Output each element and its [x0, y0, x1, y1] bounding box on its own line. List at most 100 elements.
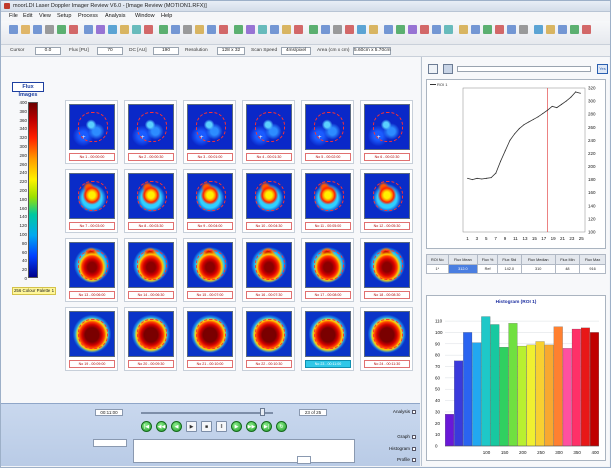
video-icon[interactable] [534, 25, 543, 34]
analysis-scrollbar[interactable] [457, 66, 591, 72]
skip-end-button[interactable]: ▶| [261, 421, 272, 432]
pause-button[interactable]: ‖ [216, 421, 227, 432]
image-icon[interactable] [57, 25, 66, 34]
point-icon[interactable] [309, 25, 318, 34]
export-icon[interactable] [96, 25, 105, 34]
capture-icon[interactable] [546, 25, 555, 34]
flux-frame[interactable]: No 16 - 00:07:30 [242, 238, 295, 302]
menu-process[interactable]: Process [78, 13, 98, 19]
ellipse-icon[interactable] [345, 25, 354, 34]
flux-frame[interactable]: No 8 - 00:03:30 [124, 169, 177, 233]
stats-icon[interactable] [444, 25, 453, 34]
flux-image[interactable] [246, 311, 292, 357]
menu-analysis[interactable]: Analysis [105, 13, 125, 19]
report-icon[interactable] [432, 25, 441, 34]
select-icon[interactable] [171, 25, 180, 34]
step-back-button[interactable]: ◀ [171, 421, 182, 432]
flux-image[interactable] [246, 173, 292, 219]
zoom-out-icon[interactable] [219, 25, 228, 34]
profile-toggle[interactable]: Profile [397, 457, 416, 462]
flux-image[interactable] [305, 242, 351, 288]
menu-help[interactable]: Help [161, 13, 172, 19]
flux-frame[interactable]: No 7 - 00:03:00 [65, 169, 118, 233]
zoom-icon[interactable] [84, 25, 93, 34]
polygon-icon[interactable] [357, 25, 366, 34]
flux-image[interactable] [69, 242, 115, 288]
scale-icon[interactable] [183, 25, 192, 34]
flux-image[interactable] [69, 311, 115, 357]
flux-image[interactable] [246, 242, 292, 288]
fast-forward-button[interactable]: ▶▶ [246, 421, 257, 432]
stop-button[interactable]: ■ [201, 421, 212, 432]
flux-frame[interactable]: No 23 - 00:11:00 [301, 307, 354, 371]
flux-frame[interactable]: + No 5 - 00:02:00 [301, 100, 354, 164]
flux-frame[interactable]: No 22 - 00:10:30 [242, 307, 295, 371]
menu-view[interactable]: View [39, 13, 51, 19]
flux-image[interactable] [364, 173, 410, 219]
flux-image[interactable] [128, 173, 174, 219]
loop-button[interactable]: ↻ [276, 421, 287, 432]
move-icon[interactable] [384, 25, 393, 34]
flux-image[interactable] [187, 242, 233, 288]
image-view-button[interactable] [443, 64, 453, 74]
flux-image[interactable]: + [128, 104, 174, 150]
playback-slider[interactable] [141, 412, 273, 414]
table-row[interactable]: 1* 312.0 Ref 142.0 310 48 916 [426, 264, 606, 274]
flux-frame[interactable]: No 18 - 00:08:30 [360, 238, 413, 302]
play-button[interactable]: ▶ [186, 421, 197, 432]
flux-image[interactable] [364, 242, 410, 288]
folder-icon[interactable] [120, 25, 129, 34]
flux-image[interactable] [69, 173, 115, 219]
histogram-toggle[interactable]: Histogram [389, 446, 416, 451]
analysis-toggle[interactable]: Analysis [393, 409, 416, 414]
flux-image[interactable]: + [187, 104, 233, 150]
flux-frame[interactable]: + No 6 - 00:02:30 [360, 100, 413, 164]
flux-frame[interactable]: No 13 - 00:06:00 [65, 238, 118, 302]
flux-frame[interactable]: No 21 - 00:10:00 [183, 307, 236, 371]
comment-field[interactable] [133, 439, 355, 463]
menu-window[interactable]: Window [135, 13, 155, 19]
rewind-button[interactable]: ◀◀ [156, 421, 167, 432]
flux-image[interactable]: + [305, 104, 351, 150]
zoom-in-icon[interactable] [207, 25, 216, 34]
roi-icon[interactable] [132, 25, 141, 34]
flux-image[interactable] [187, 311, 233, 357]
text-icon[interactable] [396, 25, 405, 34]
crosshair-icon[interactable] [195, 25, 204, 34]
flux-image[interactable] [128, 311, 174, 357]
flux-frame[interactable]: No 14 - 00:06:30 [124, 238, 177, 302]
graph-view-button[interactable] [428, 64, 438, 74]
flux-frame[interactable]: No 11 - 00:05:00 [301, 169, 354, 233]
globe-icon[interactable] [570, 25, 579, 34]
histogram-icon[interactable] [408, 25, 417, 34]
palette-name[interactable]: 256 Colour Palette 1 [12, 287, 56, 295]
graph-icon[interactable] [420, 25, 429, 34]
flux-image[interactable] [128, 242, 174, 288]
rect-icon[interactable] [333, 25, 342, 34]
flux-frame[interactable]: No 19 - 00:09:00 [65, 307, 118, 371]
flux-image[interactable]: + [69, 104, 115, 150]
mask-icon[interactable] [507, 25, 516, 34]
flux-image[interactable] [305, 173, 351, 219]
grid-icon[interactable] [159, 25, 168, 34]
flux-frame[interactable]: No 20 - 00:09:30 [124, 307, 177, 371]
step-forward-button[interactable]: ▶ [231, 421, 242, 432]
small-field[interactable] [297, 456, 311, 464]
help-tb-icon[interactable] [558, 25, 567, 34]
flux-image[interactable]: + [364, 104, 410, 150]
print-icon[interactable] [33, 25, 42, 34]
flux-frame[interactable]: No 24 - 00:11:30 [360, 307, 413, 371]
time-icon[interactable] [519, 25, 528, 34]
flux-frame[interactable]: No 9 - 00:04:00 [183, 169, 236, 233]
flux-frame[interactable]: + No 4 - 00:01:30 [242, 100, 295, 164]
settings-icon[interactable] [108, 25, 117, 34]
rotate-icon[interactable] [246, 25, 255, 34]
flux-image[interactable] [364, 311, 410, 357]
copy-icon[interactable] [45, 25, 54, 34]
filter-icon[interactable] [495, 25, 504, 34]
line-icon[interactable] [321, 25, 330, 34]
flux-image[interactable] [187, 173, 233, 219]
pen-icon[interactable] [369, 25, 378, 34]
flux-frame[interactable]: No 17 - 00:08:00 [301, 238, 354, 302]
merge-icon[interactable] [483, 25, 492, 34]
